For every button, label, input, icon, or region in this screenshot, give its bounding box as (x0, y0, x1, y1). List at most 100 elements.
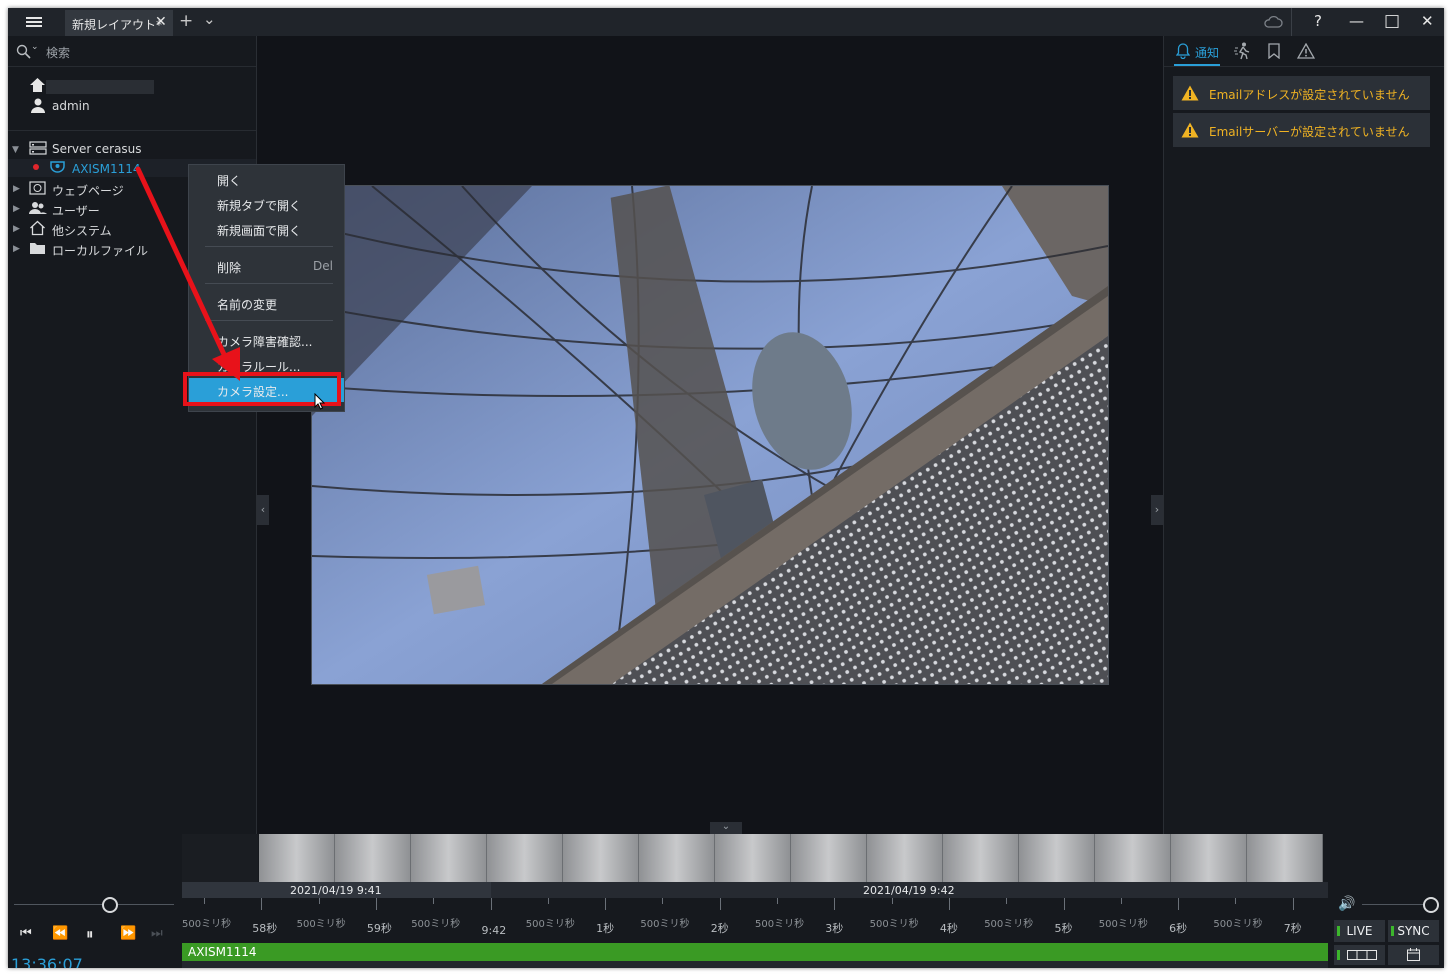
ruler-tick-mark (605, 898, 607, 910)
timeline-thumbnail[interactable] (1095, 834, 1171, 882)
local-files-expand-icon[interactable]: ▶ (13, 244, 20, 254)
timeline-thumbnail[interactable] (1247, 834, 1323, 882)
camera-video-feed[interactable] (311, 185, 1109, 685)
ruler-tick-mark (1063, 898, 1065, 910)
timeline-thumbnail[interactable] (1171, 834, 1247, 882)
server-expand-icon[interactable]: ▼ (12, 145, 19, 155)
skip-back-icon[interactable]: ⏮ (20, 926, 32, 941)
tree-item-other-systems[interactable]: 他システム (52, 222, 112, 242)
layout-viewport: ‹ › ⌄ (257, 36, 1163, 834)
webpage-icon (29, 181, 46, 195)
notification-text: Emailサーバーが設定されていません (1209, 125, 1410, 139)
tree-item-users[interactable]: ユーザー (52, 202, 100, 222)
timeline-collapse-chevron-icon[interactable]: ⌄ (710, 822, 742, 834)
user-icon (31, 98, 45, 113)
right-panel-toggle-icon[interactable]: › (1151, 495, 1163, 525)
search-dropdown-icon[interactable]: ⌄ (31, 42, 39, 52)
pause-icon[interactable]: ⏸ (86, 925, 94, 943)
ruler-tick-mark (1178, 898, 1180, 910)
hamburger-menu-icon[interactable] (16, 8, 52, 36)
notification-item[interactable]: Emailサーバーが設定されていません (1173, 113, 1430, 147)
ruler-tick-mark (1292, 898, 1294, 910)
maximize-icon[interactable]: □ (1384, 11, 1400, 31)
camera-icon (50, 161, 65, 173)
notification-item[interactable]: Emailアドレスが設定されていません (1173, 76, 1430, 110)
ruler-tick-mark (1235, 898, 1237, 904)
ruler-tick-label: 500ミリ秒 (755, 919, 805, 930)
other-systems-expand-icon[interactable]: ▶ (13, 224, 20, 234)
calendar-button[interactable] (1388, 945, 1439, 965)
cloud-icon[interactable] (1263, 15, 1283, 29)
timeline-thumbnail[interactable] (259, 834, 335, 882)
timeline-thumbnail[interactable] (791, 834, 867, 882)
search-placeholder: 検索 (46, 46, 71, 60)
ruler-tick-mark (318, 898, 320, 904)
ruler-tick-label: 500ミリ秒 (525, 919, 575, 930)
timeline-thumbnail[interactable] (943, 834, 1019, 882)
ruler-tick-label: 1秒 (596, 922, 615, 935)
bookmark-icon[interactable] (1268, 43, 1280, 59)
current-user: admin (52, 99, 90, 113)
ruler-tick-label: 500ミリ秒 (1098, 919, 1148, 930)
ruler-tick-label: 2秒 (710, 922, 729, 935)
resource-tree-panel: ⌄ 検索 admin ▼ Server cerasus AXISM1114 ▶ (8, 36, 257, 834)
track-scrollbar[interactable] (182, 961, 1328, 968)
volume-slider-handle[interactable] (1423, 897, 1439, 913)
live-button[interactable]: LIVE (1334, 920, 1385, 942)
warning-icon (1181, 122, 1199, 138)
thumbnail-gap (182, 834, 258, 882)
minimize-icon[interactable]: — (1349, 12, 1364, 30)
blurred-system-name (46, 80, 154, 94)
volume-icon[interactable]: 🔊 (1338, 896, 1355, 912)
tab-notifications[interactable]: 通知 (1195, 44, 1219, 61)
motion-walking-icon[interactable] (1234, 42, 1252, 60)
ruler-tick-label: 500ミリ秒 (869, 919, 919, 930)
tab-list-chevron-icon[interactable]: ⌄ (203, 10, 216, 28)
close-icon[interactable]: ✕ (1421, 12, 1434, 30)
skip-forward-icon: ⏭ (151, 926, 163, 941)
ruler-tick-mark (719, 898, 721, 910)
warning-icon (1181, 85, 1199, 101)
add-tab-icon[interactable]: + (179, 11, 193, 31)
layout-tab[interactable]: 新規レイアウト* ✕ (65, 10, 173, 36)
timeline-thumbnail[interactable] (487, 834, 563, 882)
ruler-tick-mark (948, 898, 950, 910)
thumbnails-toggle-button[interactable] (1334, 945, 1385, 965)
camera-image (312, 186, 1108, 684)
ruler-tick-mark (204, 898, 205, 904)
speed-slider-handle[interactable] (102, 897, 118, 913)
ruler-tick-label: 500ミリ秒 (182, 919, 232, 930)
rewind-icon[interactable]: ⏪ (52, 926, 68, 941)
search-bar[interactable]: ⌄ 検索 (8, 36, 256, 67)
timeline-date-1: 2021/04/19 9:41 (290, 884, 382, 897)
notification-text: Emailアドレスが設定されていません (1209, 88, 1410, 102)
sync-button[interactable]: SYNC (1388, 920, 1439, 942)
titlebar-divider (1291, 8, 1292, 36)
webpage-expand-icon[interactable]: ▶ (13, 184, 20, 194)
layout-tab-label: 新規レイアウト* (72, 18, 163, 32)
alert-triangle-icon[interactable] (1297, 43, 1315, 59)
bell-icon[interactable] (1176, 43, 1190, 59)
timeline-thumbnail[interactable] (867, 834, 943, 882)
tree-item-webpage[interactable]: ウェブページ (52, 182, 124, 202)
ruler-tick-mark (261, 898, 263, 910)
timeline-thumbnail[interactable] (639, 834, 715, 882)
left-panel-toggle-icon[interactable]: ‹ (257, 495, 269, 525)
users-expand-icon[interactable]: ▶ (13, 204, 20, 214)
ruler-tick-mark (547, 898, 549, 904)
speed-slider-track[interactable] (14, 904, 174, 905)
delete-shortcut: Del (313, 259, 333, 273)
help-icon[interactable]: ? (1314, 12, 1322, 30)
recording-dot-icon (33, 164, 39, 170)
timeline-thumbnail[interactable] (1019, 834, 1095, 882)
tab-close-icon[interactable]: ✕ (155, 14, 167, 30)
timeline-thumbnail[interactable] (715, 834, 791, 882)
notification-panel: 通知 Emailアドレスが設定されていません Emailサーバーが設定されていま… (1163, 36, 1444, 834)
timeline-thumbnail[interactable] (335, 834, 411, 882)
timeline-thumbnail[interactable] (411, 834, 487, 882)
ruler-tick-label: 500ミリ秒 (984, 919, 1034, 930)
timeline-thumbnail[interactable] (563, 834, 639, 882)
ruler-tick-label: 59秒 (366, 922, 392, 935)
recording-track[interactable]: AXISM1114 (182, 943, 1328, 961)
title-bar: 新規レイアウト* ✕ + ⌄ ? — □ ✕ (8, 8, 1444, 36)
